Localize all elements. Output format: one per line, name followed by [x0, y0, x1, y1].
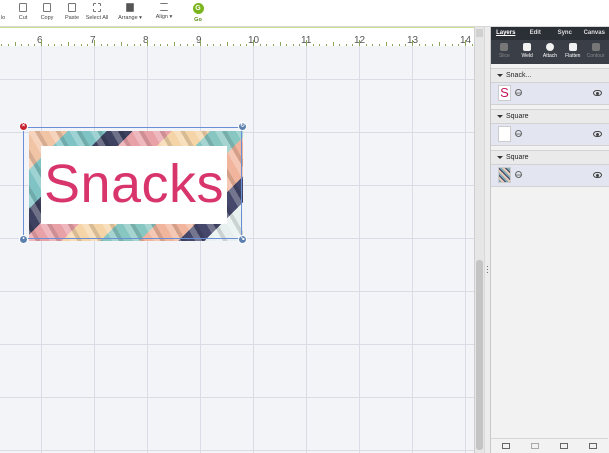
- attach-button[interactable]: Attach: [539, 40, 561, 64]
- eye-icon[interactable]: [593, 172, 602, 178]
- flatten-icon: [568, 43, 577, 51]
- tab-sync[interactable]: Sync: [550, 27, 580, 40]
- go-button[interactable]: G Go: [191, 0, 205, 27]
- tool-label: Contour: [586, 53, 605, 59]
- toolbar-align-button[interactable]: Align ▾: [153, 0, 175, 27]
- toolbar-copy-button[interactable]: Copy: [39, 0, 55, 27]
- ungroup-icon[interactable]: [530, 443, 539, 449]
- eye-icon[interactable]: [593, 131, 602, 137]
- group-icon[interactable]: [501, 443, 510, 449]
- contour-icon: [591, 43, 600, 51]
- cut-icon: [19, 3, 27, 12]
- layer-group[interactable]: Snack... S oo: [491, 68, 609, 105]
- resize-handle-icon[interactable]: ↘: [238, 235, 247, 244]
- toolbar-label: lo: [0, 15, 6, 21]
- panel-tabs: Layers Edit Sync Canvas: [491, 27, 609, 40]
- toolbar-label: Copy: [40, 15, 54, 21]
- slice-icon: [500, 43, 509, 51]
- duplicate-icon[interactable]: [560, 443, 569, 449]
- layer-group-header[interactable]: Square: [491, 109, 609, 124]
- horizontal-ruler: 6 7 8 9 10 11 12 13 14: [0, 27, 478, 46]
- attach-icon: [545, 43, 554, 51]
- layer-row[interactable]: oo: [491, 124, 609, 146]
- toolbar-label: Cut: [18, 15, 28, 21]
- weld-button[interactable]: Weld: [516, 40, 538, 64]
- toolbar-redo-button[interactable]: lo: [0, 0, 10, 27]
- tab-edit[interactable]: Edit: [521, 27, 551, 40]
- delete-handle-icon[interactable]: ×: [19, 122, 28, 131]
- toolbar-arrange-button[interactable]: Arrange ▾: [115, 0, 145, 27]
- layer-thumbnail: [498, 126, 511, 142]
- layer-thumbnail: [498, 167, 511, 183]
- layer-group[interactable]: Square oo: [491, 109, 609, 146]
- contour-button[interactable]: Contour: [585, 40, 607, 64]
- eye-icon[interactable]: [593, 90, 602, 96]
- linetype-icon: oo: [515, 89, 522, 96]
- toolbar-label: Arrange ▾: [118, 15, 142, 21]
- toolbar-label: Align ▾: [155, 14, 173, 20]
- weld-icon: [523, 43, 532, 51]
- panel-footer: [491, 438, 608, 453]
- layer-row[interactable]: S oo: [491, 83, 609, 105]
- go-icon: G: [192, 3, 204, 14]
- toolbar-cut-button[interactable]: Cut: [16, 0, 30, 27]
- paste-icon: [68, 3, 76, 12]
- delete-icon[interactable]: [589, 443, 598, 449]
- tool-label: Slice: [498, 53, 510, 59]
- layer-tools: Slice Weld Attach Flatten Contour: [491, 40, 609, 64]
- selection-box: [23, 127, 242, 239]
- grip-icon: · · ·: [486, 262, 489, 277]
- scroll-up-arrow-icon[interactable]: [476, 29, 483, 37]
- toolbar-select-all-button[interactable]: Select All: [84, 0, 110, 27]
- go-label: Go: [194, 17, 202, 23]
- tool-label: Flatten: [565, 53, 581, 59]
- toolbar-paste-button[interactable]: Paste: [63, 0, 81, 27]
- tool-label: Weld: [521, 53, 533, 59]
- tab-canvas[interactable]: Canvas: [580, 27, 609, 40]
- linetype-icon: oo: [515, 130, 522, 137]
- toolbar-label: Select All: [85, 15, 109, 21]
- layer-group-header[interactable]: Square: [491, 150, 609, 165]
- lock-handle-icon[interactable]: •: [19, 235, 28, 244]
- layer-row[interactable]: oo: [491, 165, 609, 187]
- arrange-icon: [126, 3, 134, 12]
- layer-group[interactable]: Square oo: [491, 150, 609, 187]
- design-canvas[interactable]: [0, 46, 474, 453]
- toolbar-label: Paste: [64, 15, 80, 21]
- scrollbar-thumb[interactable]: [476, 260, 483, 450]
- rotate-handle-icon[interactable]: ↻: [238, 122, 247, 131]
- layers-panel: Layers Edit Sync Canvas Slice Weld Attac…: [490, 27, 609, 453]
- copy-icon: [43, 3, 51, 12]
- tool-label: Attach: [542, 53, 558, 59]
- slice-button[interactable]: Slice: [493, 40, 515, 64]
- align-icon: [160, 3, 168, 11]
- linetype-icon: oo: [515, 171, 522, 178]
- layer-thumbnail: S: [498, 85, 511, 101]
- flatten-button[interactable]: Flatten: [562, 40, 584, 64]
- select-all-icon: [93, 3, 101, 12]
- canvas-vertical-scrollbar[interactable]: [474, 27, 484, 453]
- top-toolbar: lo Cut Copy Paste Select All Arrange ▾ A…: [0, 0, 609, 27]
- layer-group-header[interactable]: Snack...: [491, 68, 609, 83]
- tab-layers[interactable]: Layers: [491, 27, 521, 40]
